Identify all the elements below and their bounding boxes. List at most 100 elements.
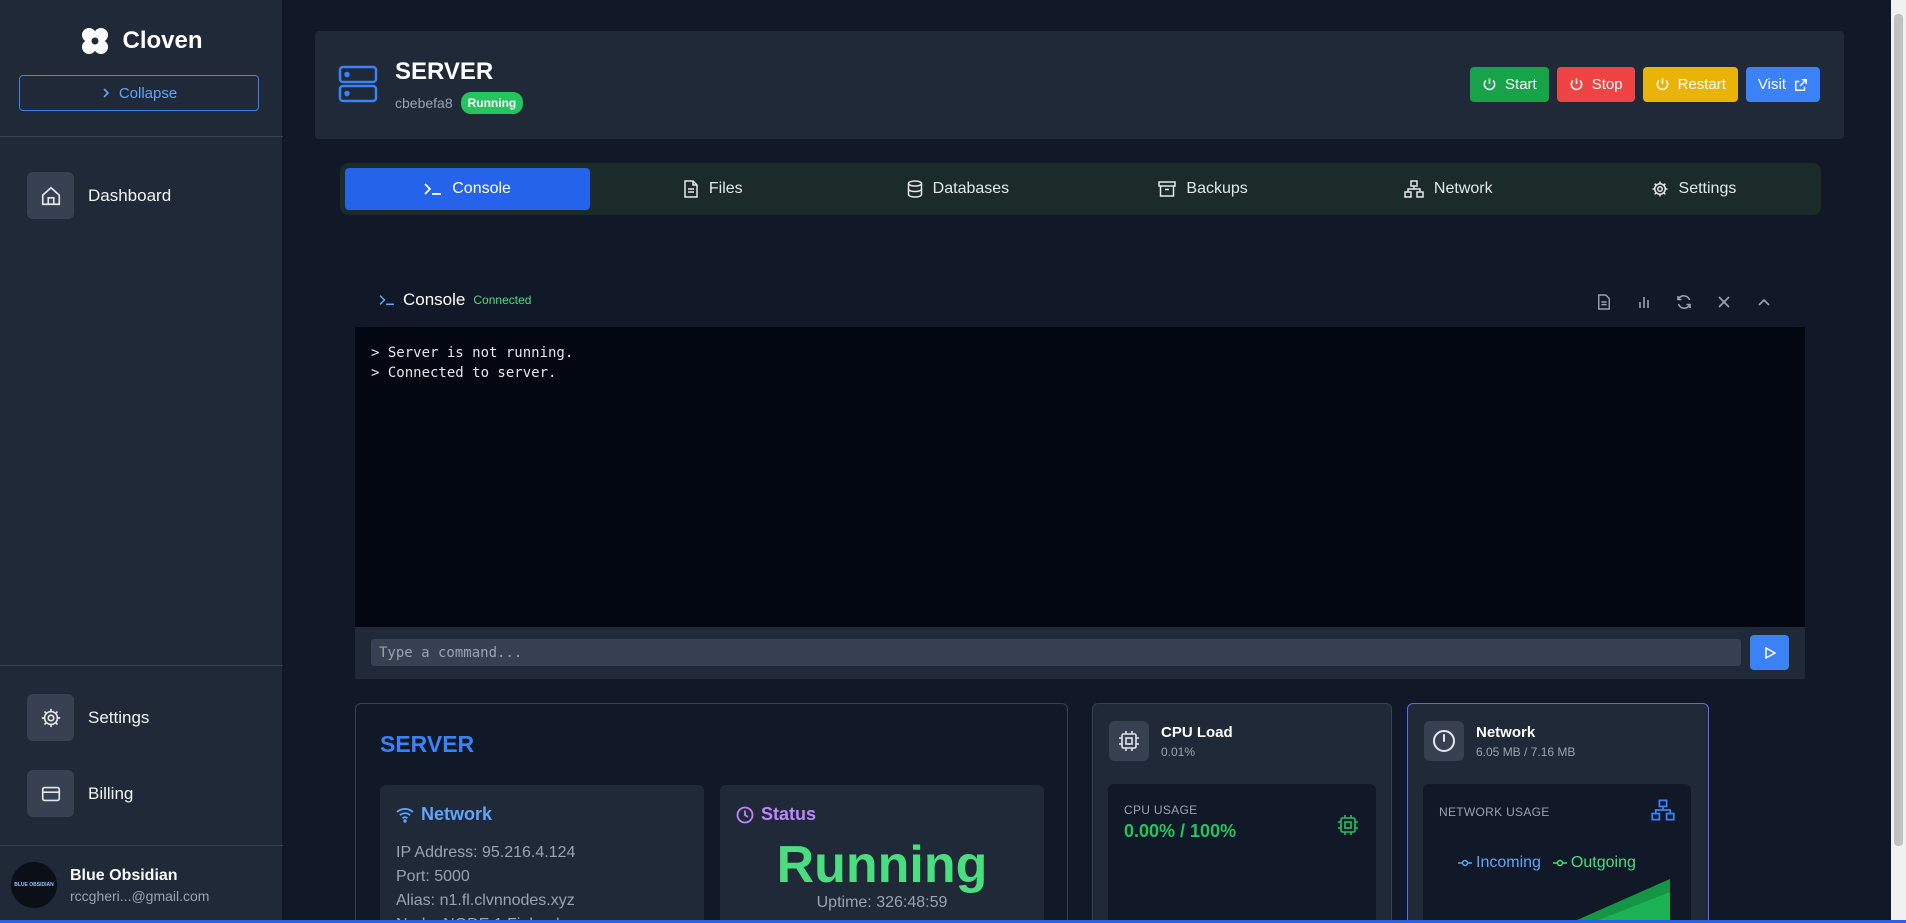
stop-button[interactable]: Stop: [1556, 67, 1635, 102]
uptime: Uptime: 326:48:59: [816, 894, 948, 911]
sidebar-item-label: Billing: [88, 783, 134, 803]
stop-label: Stop: [1591, 76, 1623, 93]
tab-label: Databases: [932, 180, 1010, 197]
network-card-title: Network: [1476, 724, 1536, 741]
restart-button[interactable]: Restart: [1642, 67, 1738, 102]
sidebar-item-settings[interactable]: Settings: [27, 694, 149, 741]
start-button[interactable]: Start: [1470, 67, 1549, 102]
tab-label: Backups: [1186, 180, 1248, 197]
network-title-label: Network: [421, 804, 493, 824]
play-icon: [1764, 646, 1776, 659]
chevron-up-icon[interactable]: [1754, 292, 1774, 312]
visit-button[interactable]: Visit: [1745, 67, 1820, 102]
send-command-button[interactable]: [1750, 635, 1789, 670]
cpu-usage-value: 0.00% / 100%: [1124, 821, 1237, 841]
wifi-icon: [396, 807, 414, 823]
cpu-usage-panel: CPU USAGE 0.00% / 100%: [1108, 784, 1376, 923]
server-id: cbebefa8: [395, 95, 453, 111]
tab-backups[interactable]: Backups: [1081, 168, 1326, 210]
close-icon[interactable]: [1714, 292, 1734, 312]
console-line: > Connected to server.: [371, 365, 557, 381]
status-info-title: Status: [736, 804, 816, 825]
tab-label: Settings: [1678, 180, 1737, 197]
brand[interactable]: Cloven: [0, 24, 283, 58]
console-toolbar: [1594, 292, 1774, 312]
avatar-text: BLUE OBSIDIAN: [14, 882, 54, 888]
cpu-card-subtitle: 0.01%: [1161, 745, 1196, 759]
status-badge: Running: [460, 92, 524, 114]
ip-address: IP Address: 95.216.4.124: [396, 844, 576, 861]
power-icon: [1569, 77, 1584, 92]
network-info-card: Network IP Address: 95.216.4.124 Port: 5…: [380, 785, 704, 923]
server-actions: Start Stop Restart Visit: [1470, 67, 1820, 102]
page-title: SERVER: [395, 58, 494, 85]
network-usage-chart: [1570, 879, 1670, 923]
sidebar-divider: [0, 845, 283, 846]
status-title-label: Status: [761, 804, 817, 824]
clock-icon: [736, 806, 754, 824]
collapse-button[interactable]: Collapse: [19, 75, 259, 111]
power-icon: [1482, 77, 1497, 92]
port: Port: 5000: [396, 868, 470, 885]
server-info-card: SERVER Network IP Address: 95.216.4.124 …: [355, 703, 1068, 923]
home-icon: [27, 172, 74, 219]
status-value: Running: [776, 836, 988, 894]
tab-files[interactable]: Files: [590, 168, 835, 210]
sidebar-divider: [0, 136, 283, 137]
refresh-icon[interactable]: [1674, 292, 1694, 312]
log-file-icon[interactable]: [1594, 292, 1614, 312]
user-profile[interactable]: BLUE OBSIDIAN Blue Obsidian rccgheri...@…: [10, 861, 209, 909]
network-card-subtitle: 6.05 MB / 7.16 MB: [1476, 745, 1576, 759]
sidebar-item-label: Settings: [88, 707, 150, 727]
cpu-icon: [1109, 721, 1149, 761]
tab-network[interactable]: Network: [1326, 168, 1571, 210]
tab-databases[interactable]: Databases: [835, 168, 1080, 210]
archive-icon: [1158, 181, 1177, 197]
database-icon: [907, 180, 923, 198]
scrollbar-thumb[interactable]: [1894, 14, 1903, 846]
network-card: Network 6.05 MB / 7.16 MB NETWORK USAGE …: [1407, 703, 1709, 923]
network-details: IP Address: 95.216.4.124 Port: 5000 Alia…: [396, 841, 575, 923]
command-bar: [355, 627, 1805, 679]
stats-icon[interactable]: [1634, 292, 1654, 312]
server-icon: [338, 64, 378, 104]
visit-label: Visit: [1757, 76, 1786, 93]
gear-icon: [27, 694, 74, 741]
brand-name: Cloven: [122, 27, 203, 54]
tab-settings[interactable]: Settings: [1571, 168, 1816, 210]
connection-status: Connected: [473, 293, 532, 307]
power-icon: [1655, 77, 1670, 92]
gear-icon: [1651, 180, 1669, 198]
avatar: BLUE OBSIDIAN: [10, 861, 58, 909]
restart-label: Restart: [1677, 76, 1726, 93]
command-input[interactable]: [371, 639, 1741, 666]
collapse-label: Collapse: [118, 84, 178, 102]
cpu-chip-icon: [1336, 813, 1360, 837]
server-card-title: SERVER: [380, 731, 475, 757]
file-icon: [683, 180, 699, 198]
tab-console[interactable]: Console: [345, 168, 591, 210]
cloven-logo-icon: [80, 26, 110, 56]
server-meta: cbebefa8 Running: [395, 92, 524, 114]
tab-label: Console: [452, 180, 511, 197]
network-gauge-icon: [1424, 721, 1464, 761]
start-label: Start: [1505, 76, 1537, 93]
console-header: Console Connected: [379, 290, 531, 310]
tab-label: Network: [1433, 180, 1493, 197]
external-link-icon: [1794, 78, 1808, 92]
credit-card-icon: [27, 770, 74, 817]
cpu-card-title: CPU Load: [1161, 724, 1233, 741]
network-usage-panel: NETWORK USAGE Incoming Outgoing: [1423, 784, 1691, 923]
terminal-icon: [379, 294, 395, 306]
sidebar-item-dashboard[interactable]: Dashboard: [27, 172, 171, 219]
user-email: rccgheri...@gmail.com: [70, 887, 210, 904]
chevron-right-icon: [101, 88, 111, 98]
sidebar-divider: [0, 665, 283, 666]
console-output: > Server is not running. > Connected to …: [355, 327, 1805, 627]
sidebar-item-billing[interactable]: Billing: [27, 770, 133, 817]
console-title: Console: [403, 290, 466, 309]
server-header: SERVER cbebefa8 Running Start Stop Resta…: [315, 31, 1844, 139]
sidebar: Cloven Collapse Dashboard Settings Billi…: [0, 0, 283, 920]
cpu-load-card: CPU Load 0.01% CPU USAGE 0.00% / 100%: [1092, 703, 1392, 923]
status-info-card: Status Running Uptime: 326:48:59: [720, 785, 1044, 923]
